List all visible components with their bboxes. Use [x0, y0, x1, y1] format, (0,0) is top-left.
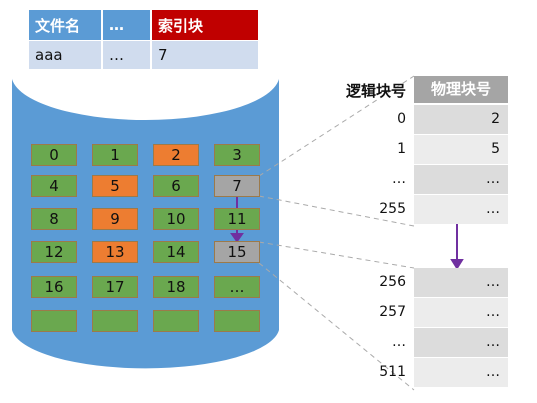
disk-block: 0 — [31, 144, 77, 166]
disk-block: 17 — [92, 276, 138, 298]
disk-block: 1 — [92, 144, 138, 166]
disk-block — [31, 310, 77, 332]
cell-index-block: 7 — [152, 41, 258, 69]
disk-block: 7 — [214, 175, 260, 197]
disk-block: … — [214, 276, 260, 298]
physical-block-number: … — [414, 298, 508, 327]
disk-block: 14 — [153, 241, 199, 263]
logical-block-number: 0 — [397, 111, 406, 127]
physical-block-number: … — [414, 328, 508, 357]
logical-block-number: 257 — [379, 304, 406, 320]
disk-block: 13 — [92, 241, 138, 263]
disk-block — [153, 310, 199, 332]
disk-block — [92, 310, 138, 332]
physical-block-number: 2 — [414, 105, 508, 134]
disk-block: 9 — [92, 208, 138, 230]
disk-block: 11 — [214, 208, 260, 230]
cell-filename: aaa — [29, 41, 101, 69]
cell-ellipsis: … — [103, 41, 150, 69]
header-ellipsis: … — [103, 10, 150, 40]
logical-block-number: … — [392, 171, 406, 187]
disk-block: 8 — [31, 208, 77, 230]
logical-header: 逻辑块号 — [345, 82, 406, 100]
disk-block: 2 — [153, 144, 199, 166]
disk-block: 3 — [214, 144, 260, 166]
disk-block: 10 — [153, 208, 199, 230]
physical-block-number: … — [414, 358, 508, 387]
physical-block-number: 5 — [414, 135, 508, 164]
logical-block-number: 255 — [379, 201, 406, 217]
disk-block: 18 — [153, 276, 199, 298]
physical-block-number: … — [414, 268, 508, 297]
physical-block-number: … — [414, 165, 508, 194]
physical-block-number: … — [414, 195, 508, 224]
logical-block-number: 256 — [379, 274, 406, 290]
disk-block: 6 — [153, 175, 199, 197]
disk-block: 5 — [92, 175, 138, 197]
disk-block — [214, 310, 260, 332]
physical-header: 物理块号 — [414, 76, 508, 103]
logical-block-number: 1 — [397, 141, 406, 157]
logical-block-number: 511 — [379, 364, 406, 380]
disk-block: 16 — [31, 276, 77, 298]
logical-block-number: … — [392, 334, 406, 350]
disk-block: 4 — [31, 175, 77, 197]
disk-block: 15 — [214, 241, 260, 263]
header-filename: 文件名 — [29, 10, 101, 40]
header-index-block: 索引块 — [152, 10, 258, 40]
disk-block: 12 — [31, 241, 77, 263]
